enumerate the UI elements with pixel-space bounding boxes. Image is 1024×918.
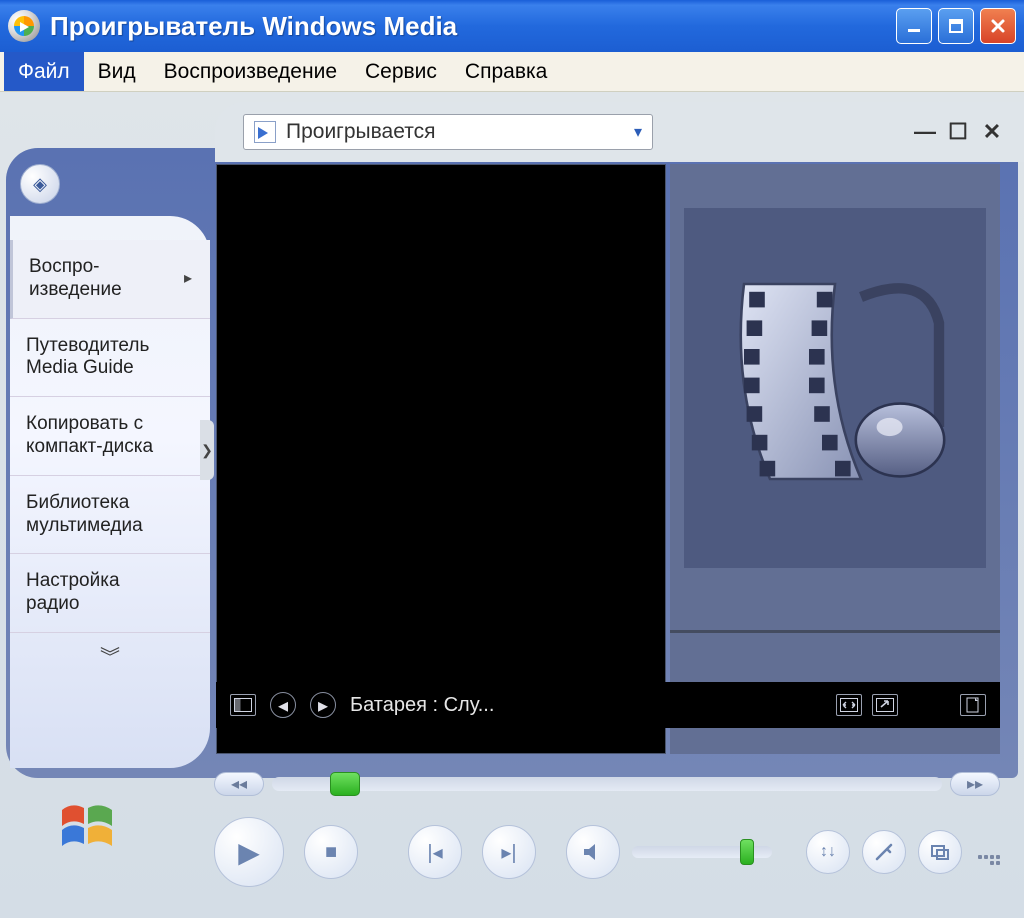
prev-visual-button[interactable]: ◂: [270, 692, 296, 718]
transport-bar: ◂◂ ▸▸ ▶ ■ |◂ ▸| ↕↓: [200, 770, 1014, 900]
player-body: Проигрывается ▾ — ☐ ✕ ◈ Воспро- изведени…: [0, 92, 1024, 918]
sidebar-tab-nowplaying[interactable]: Воспро- изведение ▸: [10, 240, 210, 319]
window-controls: [896, 8, 1016, 44]
chevron-right-icon: ▸: [184, 269, 192, 288]
switch-view-button[interactable]: [836, 694, 862, 716]
player-topbar: Проигрывается ▾ — ☐ ✕: [215, 102, 1024, 162]
sidebar-tab-guide[interactable]: Путеводитель Media Guide: [10, 319, 210, 398]
play-button[interactable]: ▶: [214, 817, 284, 887]
video-viewport: [216, 164, 666, 754]
next-track-button[interactable]: ▸|: [482, 825, 536, 879]
panel-divider: [670, 630, 1000, 633]
fastforward-button[interactable]: ▸▸: [950, 772, 1000, 796]
app-icon: [8, 10, 40, 42]
track-info-text: Батарея : Слу...: [350, 694, 494, 717]
inner-maximize-button[interactable]: ☐: [948, 119, 968, 145]
rewind-button[interactable]: ◂◂: [214, 772, 264, 796]
menu-view[interactable]: Вид: [84, 52, 150, 91]
window-title: Проигрыватель Windows Media: [50, 11, 896, 42]
equalizer-button[interactable]: [862, 830, 906, 874]
playlist-doc-button[interactable]: [960, 694, 986, 716]
seek-bar[interactable]: ◂◂ ▸▸: [214, 770, 1000, 798]
play-doc-icon: [254, 121, 276, 143]
sidebar-item-label: Копировать с компакт-диска: [26, 413, 153, 459]
sidebar-item-label: Библиотека мультимедиа: [26, 492, 143, 538]
sidebar-tabs: Воспро- изведение ▸ Путеводитель Media G…: [10, 216, 210, 768]
inner-minimize-button[interactable]: —: [914, 119, 934, 145]
utility-buttons: ↕↓: [806, 830, 1000, 874]
resize-grip[interactable]: [974, 839, 1000, 865]
seek-thumb[interactable]: [330, 772, 360, 796]
task-menu-button[interactable]: ◈: [20, 164, 60, 204]
info-bar: ◂ ▸ Батарея : Слу...: [216, 682, 1000, 728]
chevron-down-icon: ▾: [634, 122, 642, 142]
previous-track-button[interactable]: |◂: [408, 825, 462, 879]
sidebar-collapse-handle[interactable]: ❯: [200, 420, 214, 480]
shuffle-button[interactable]: ↕↓: [806, 830, 850, 874]
now-playing-label: Проигрывается: [286, 120, 435, 144]
sidebar-item-label: Воспро- изведение: [29, 256, 122, 302]
next-visual-button[interactable]: ▸: [310, 692, 336, 718]
media-icon: [705, 258, 965, 518]
sidebar-tab-library[interactable]: Библиотека мультимедиа: [10, 476, 210, 555]
menu-tools[interactable]: Сервис: [351, 52, 451, 91]
fullscreen-button[interactable]: [872, 694, 898, 716]
sidebar-item-label: Путеводитель Media Guide: [26, 335, 149, 381]
minimize-button[interactable]: [896, 8, 932, 44]
view-toggle-button[interactable]: [230, 694, 256, 716]
windows-logo-icon: [56, 796, 134, 854]
mute-button[interactable]: [566, 825, 620, 879]
compact-mode-button[interactable]: [918, 830, 962, 874]
transport-controls: ▶ ■ |◂ ▸| ↕↓: [214, 812, 1000, 892]
sidebar-tab-radio[interactable]: Настройка радио: [10, 554, 210, 633]
maximize-button[interactable]: [938, 8, 974, 44]
seek-track[interactable]: [272, 777, 942, 791]
sidebar: ◈ Воспро- изведение ▸ Путеводитель Media…: [10, 154, 210, 768]
menu-playback[interactable]: Воспроизведение: [150, 52, 351, 91]
inner-window-controls: — ☐ ✕: [914, 119, 1002, 145]
sidebar-tab-copycd[interactable]: Копировать с компакт-диска: [10, 397, 210, 476]
titlebar: Проигрыватель Windows Media: [0, 0, 1024, 52]
volume-slider[interactable]: [632, 846, 772, 858]
inner-close-button[interactable]: ✕: [982, 119, 1002, 145]
close-button[interactable]: [980, 8, 1016, 44]
menu-file[interactable]: Файл: [4, 52, 84, 91]
menubar: Файл Вид Воспроизведение Сервис Справка: [0, 52, 1024, 92]
sidebar-more-button[interactable]: ︾: [10, 633, 210, 678]
stop-button[interactable]: ■: [304, 825, 358, 879]
playlist-panel: [670, 164, 1000, 754]
volume-thumb[interactable]: [740, 839, 754, 865]
album-art: [684, 208, 986, 568]
volume-control: [566, 825, 772, 879]
now-playing-dropdown[interactable]: Проигрывается ▾: [243, 114, 653, 150]
menu-help[interactable]: Справка: [451, 52, 561, 91]
sidebar-item-label: Настройка радио: [26, 570, 120, 616]
refresh-icon: ◈: [33, 174, 47, 195]
